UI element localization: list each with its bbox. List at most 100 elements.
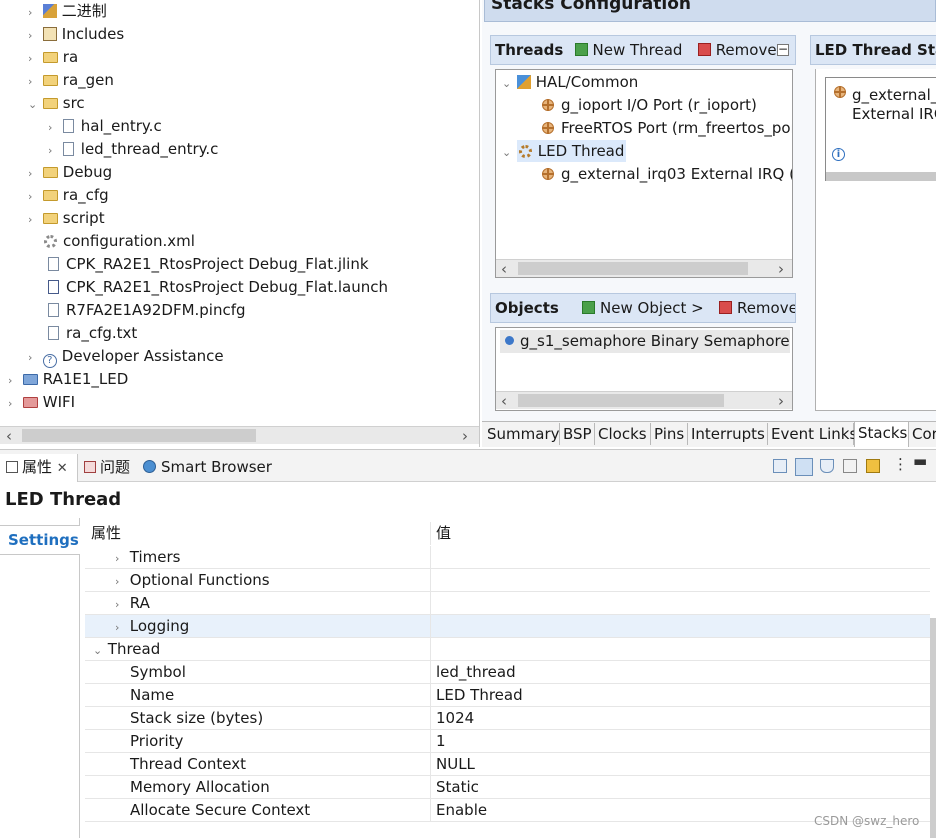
group-optional-functions[interactable]: › Optional Functions — [85, 569, 930, 592]
tree-item-ra-gen[interactable]: › ra_gen — [28, 69, 114, 92]
chevron-right-icon[interactable]: › — [28, 185, 38, 208]
tree-item-includes[interactable]: › Includes — [28, 23, 124, 46]
threads-horizontal-scrollbar[interactable]: ‹ › — [496, 259, 792, 277]
tree-item-src[interactable]: ⌄ src — [28, 92, 85, 115]
property-value[interactable]: led_thread — [436, 661, 516, 683]
property-value[interactable]: 1024 — [436, 707, 474, 729]
restore-defaults-icon[interactable] — [866, 459, 880, 473]
property-value[interactable]: 1 — [436, 730, 446, 752]
chevron-right-icon[interactable]: › — [48, 139, 58, 162]
show-categories-icon[interactable] — [795, 458, 813, 476]
new-thread-button[interactable]: New Thread — [574, 41, 682, 59]
module-g-external-irq03[interactable]: g_external_irq03 External IRQ (r_ — [542, 163, 792, 186]
chevron-right-icon[interactable]: › — [28, 1, 38, 24]
property-value[interactable]: Static — [436, 776, 479, 798]
column-header-property[interactable]: 属性 — [91, 522, 121, 544]
tree-item-hal-entry[interactable]: › hal_entry.c — [48, 115, 162, 138]
column-header-value[interactable]: 值 — [436, 522, 451, 544]
chevron-right-icon[interactable]: › — [115, 548, 125, 570]
chevron-down-icon[interactable]: ⌄ — [502, 72, 512, 95]
group-logging[interactable]: › Logging — [85, 615, 930, 638]
chevron-down-icon[interactable]: ⌄ — [93, 640, 103, 662]
chevron-right-icon[interactable]: › — [115, 594, 125, 616]
tree-item-launch[interactable]: CPK_RA2E1_RtosProject Debug_Flat.launch — [48, 276, 388, 299]
scroll-right-icon[interactable]: › — [778, 260, 784, 277]
new-object-button[interactable]: New Object > — [582, 299, 704, 317]
tree-horizontal-scrollbar[interactable]: ‹ › — [0, 426, 479, 445]
tree-item-ra-cfg-txt[interactable]: ra_cfg.txt — [48, 322, 137, 345]
tab-problems[interactable]: 问题 — [84, 454, 130, 480]
tab-event-links[interactable]: Event Links — [768, 423, 857, 445]
chevron-down-icon[interactable]: ⌄ — [28, 93, 38, 116]
property-row-priority[interactable]: Priority 1 — [85, 730, 930, 753]
properties-vertical-scrollbar[interactable] — [930, 618, 936, 838]
chevron-right-icon[interactable]: › — [28, 346, 38, 369]
tree-item-developer-assistance[interactable]: › ? Developer Assistance — [28, 345, 224, 368]
group-ra[interactable]: › RA — [85, 592, 930, 615]
chevron-right-icon[interactable]: › — [8, 369, 18, 392]
stack-module-box[interactable]: g_external_i External IRQ i — [825, 77, 936, 181]
scroll-left-icon[interactable]: ‹ — [6, 427, 12, 445]
property-row-symbol[interactable]: Symbol led_thread — [85, 661, 930, 684]
property-value[interactable]: NULL — [436, 753, 475, 775]
tree-item-debug[interactable]: › Debug — [28, 161, 112, 184]
thread-led-thread[interactable]: ⌄ LED Thread — [502, 140, 627, 164]
chevron-right-icon[interactable]: › — [48, 116, 58, 139]
scroll-left-icon[interactable]: ‹ — [501, 392, 507, 410]
tab-properties[interactable]: 属性 ✕ — [0, 454, 78, 482]
group-timers[interactable]: › Timers — [85, 546, 930, 569]
property-row-name[interactable]: Name LED Thread — [85, 684, 930, 707]
property-row-stack-size[interactable]: Stack size (bytes) 1024 — [85, 707, 930, 730]
tree-item-configuration-xml[interactable]: configuration.xml — [44, 230, 195, 253]
pin-view-icon[interactable] — [773, 459, 787, 473]
filter-icon[interactable] — [820, 459, 834, 473]
chevron-right-icon[interactable]: › — [8, 392, 18, 415]
group-thread[interactable]: ⌄ Thread — [85, 638, 930, 661]
tree-item-ra-cfg[interactable]: › ra_cfg — [28, 184, 109, 207]
remove-thread-button[interactable]: Remove — [697, 41, 777, 59]
tree-item-binaries[interactable]: › 二进制 — [28, 0, 107, 23]
tab-smart-browser[interactable]: Smart Browser — [143, 454, 272, 480]
minimize-icon[interactable]: ▬ — [913, 452, 927, 470]
tab-components[interactable]: Cor — [909, 423, 936, 445]
objects-horizontal-scrollbar[interactable]: ‹ › — [496, 391, 792, 410]
chevron-right-icon[interactable]: › — [28, 47, 38, 70]
scrollbar-thumb[interactable] — [22, 429, 256, 442]
chevron-right-icon[interactable]: › — [28, 208, 38, 231]
property-row-allocate-secure-context[interactable]: Allocate Secure Context Enable — [85, 799, 930, 822]
tree-item-jlink[interactable]: CPK_RA2E1_RtosProject Debug_Flat.jlink — [48, 253, 369, 276]
show-advanced-icon[interactable] — [843, 459, 857, 473]
object-g-s1-semaphore[interactable]: g_s1_semaphore Binary Semaphore — [500, 330, 790, 353]
module-freertos-port[interactable]: FreeRTOS Port (rm_freertos_por — [542, 117, 792, 140]
tree-item-ra1e1-led[interactable]: › RA1E1_LED — [8, 368, 128, 391]
tab-pins[interactable]: Pins — [651, 423, 688, 445]
thread-hal-common[interactable]: ⌄ HAL/Common — [502, 71, 638, 94]
chevron-down-icon[interactable]: ⌄ — [502, 141, 512, 164]
view-menu-icon[interactable]: ⋮ — [893, 455, 908, 473]
property-value[interactable]: LED Thread — [436, 684, 523, 706]
scroll-right-icon[interactable]: › — [462, 427, 468, 445]
collapse-icon[interactable]: − — [777, 43, 789, 56]
scrollbar-thumb[interactable] — [518, 262, 748, 275]
module-g-ioport[interactable]: g_ioport I/O Port (r_ioport) — [542, 94, 757, 117]
tree-item-script[interactable]: › script — [28, 207, 105, 230]
property-value[interactable]: Enable — [436, 799, 487, 821]
remove-object-button[interactable]: Remove — [718, 299, 795, 317]
tab-interrupts[interactable]: Interrupts — [688, 423, 768, 445]
property-row-memory-allocation[interactable]: Memory Allocation Static — [85, 776, 930, 799]
tab-clocks[interactable]: Clocks — [595, 423, 651, 445]
tab-bsp[interactable]: BSP — [560, 423, 595, 445]
scroll-left-icon[interactable]: ‹ — [501, 260, 507, 277]
chevron-right-icon[interactable]: › — [28, 70, 38, 93]
info-icon[interactable]: i — [832, 148, 845, 161]
tab-stacks[interactable]: Stacks — [854, 422, 909, 447]
tree-item-wifi[interactable]: › WIFI — [8, 391, 75, 414]
tree-item-pincfg[interactable]: R7FA2E1A92DFM.pincfg — [48, 299, 246, 322]
tree-item-ra[interactable]: › ra — [28, 46, 78, 69]
property-row-thread-context[interactable]: Thread Context NULL — [85, 753, 930, 776]
chevron-right-icon[interactable]: › — [115, 571, 125, 593]
chevron-right-icon[interactable]: › — [115, 617, 125, 639]
close-icon[interactable]: ✕ — [57, 461, 68, 476]
scrollbar-thumb[interactable] — [518, 394, 724, 407]
chevron-right-icon[interactable]: › — [28, 162, 38, 185]
